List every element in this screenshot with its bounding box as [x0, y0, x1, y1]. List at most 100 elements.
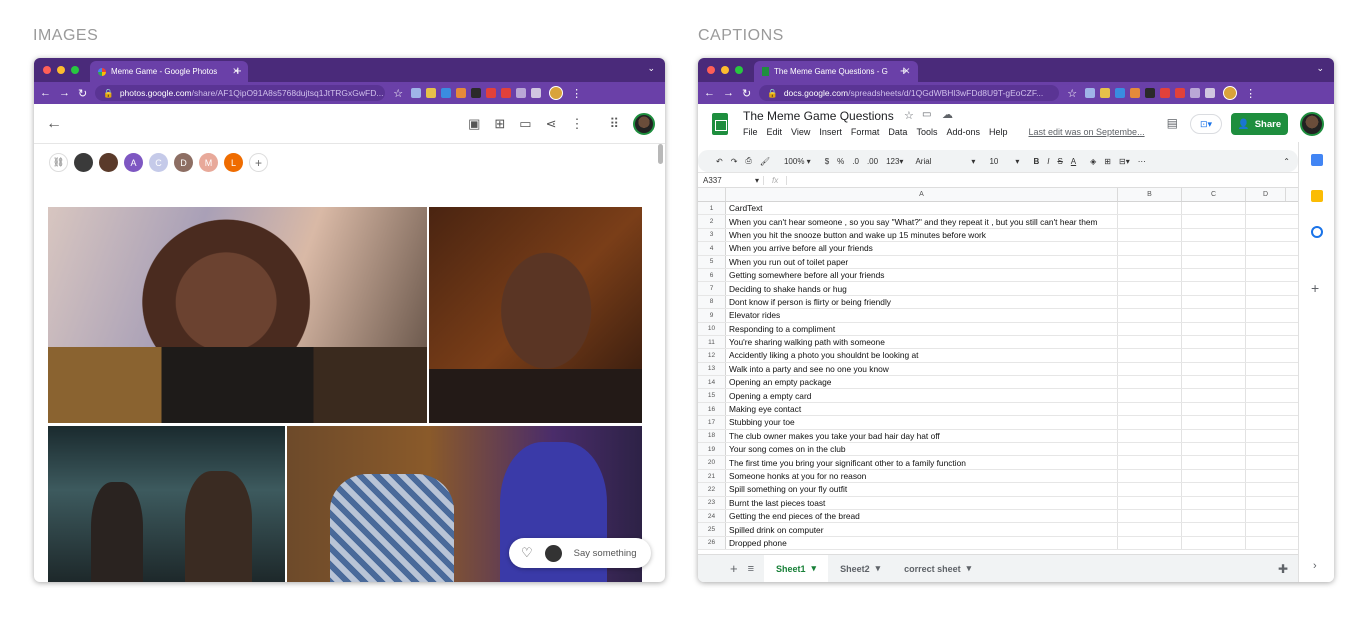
- cell-b[interactable]: [1118, 456, 1182, 469]
- add-person-icon[interactable]: +: [249, 153, 268, 172]
- maximize-window-button[interactable]: [71, 66, 79, 74]
- extension-icon[interactable]: [1190, 88, 1201, 98]
- cell-d[interactable]: [1246, 282, 1286, 294]
- name-box[interactable]: A337 ▾: [698, 175, 764, 185]
- comment-placeholder[interactable]: Say something: [574, 548, 637, 559]
- explore-icon[interactable]: ✚: [1278, 562, 1288, 576]
- cell-d[interactable]: [1246, 456, 1286, 468]
- row-number[interactable]: 26: [698, 536, 726, 550]
- cell-c[interactable]: [1182, 309, 1246, 322]
- new-tab-button[interactable]: +: [234, 63, 242, 78]
- extension-icon[interactable]: [471, 88, 482, 98]
- menu-format[interactable]: Format: [851, 127, 880, 137]
- row-number[interactable]: 18: [698, 429, 726, 443]
- row-number[interactable]: 8: [698, 295, 726, 309]
- cell-b[interactable]: [1118, 349, 1182, 362]
- cell-a[interactable]: Burnt the last pieces toast: [726, 496, 1118, 509]
- row-number[interactable]: 17: [698, 416, 726, 429]
- reload-icon[interactable]: ↻: [742, 87, 751, 100]
- row-number[interactable]: 7: [698, 282, 726, 295]
- extension-icon[interactable]: [426, 88, 437, 98]
- more-toolbar-icon[interactable]: ⋯: [1138, 157, 1146, 166]
- cell-b[interactable]: [1118, 483, 1182, 496]
- cell-c[interactable]: [1182, 349, 1246, 362]
- percent-format-button[interactable]: %: [837, 157, 844, 166]
- cell-a[interactable]: Getting somewhere before all your friend…: [726, 268, 1118, 282]
- menu-kebab-icon[interactable]: ⋮: [1245, 87, 1256, 100]
- cell-d[interactable]: [1246, 376, 1286, 388]
- cell-b[interactable]: [1118, 268, 1182, 282]
- person-avatar[interactable]: [74, 153, 93, 172]
- row-number[interactable]: 12: [698, 349, 726, 362]
- cell-d[interactable]: [1246, 497, 1286, 509]
- cell-d[interactable]: [1246, 336, 1286, 348]
- omnibox[interactable]: 🔒 docs.google.com/spreadsheets/d/1QGdWBH…: [759, 85, 1060, 101]
- collapse-toolbar-icon[interactable]: ⌃: [1283, 157, 1290, 166]
- cell-b[interactable]: [1118, 322, 1182, 335]
- expand-panel-icon[interactable]: ›: [1313, 560, 1317, 572]
- cell-a[interactable]: When you run out of toilet paper: [726, 255, 1118, 268]
- maximize-window-button[interactable]: [735, 66, 743, 74]
- merge-cells-icon[interactable]: ⊟▾: [1119, 157, 1130, 166]
- forward-icon[interactable]: →: [723, 87, 734, 99]
- sheets-logo-icon[interactable]: [712, 113, 728, 135]
- keep-icon[interactable]: [1311, 190, 1323, 202]
- select-all-corner[interactable]: [698, 188, 726, 201]
- cell-c[interactable]: [1182, 268, 1246, 282]
- cell-b[interactable]: [1118, 295, 1182, 309]
- cell-c[interactable]: [1182, 202, 1246, 215]
- menu-kebab-icon[interactable]: ⋮: [571, 87, 582, 100]
- row-number[interactable]: 19: [698, 443, 726, 456]
- extension-icon[interactable]: [1085, 88, 1096, 98]
- row-number[interactable]: 6: [698, 268, 726, 282]
- cell-c[interactable]: [1182, 536, 1246, 550]
- menu-help[interactable]: Help: [989, 127, 1008, 137]
- cell-a[interactable]: When you hit the snooze button and wake …: [726, 228, 1118, 242]
- extension-icon[interactable]: [1130, 88, 1141, 98]
- row-number[interactable]: 10: [698, 322, 726, 335]
- cell-a[interactable]: When you can't hear someone , so you say…: [726, 215, 1118, 228]
- extension-icon[interactable]: [1145, 88, 1156, 98]
- undo-icon[interactable]: ↶: [716, 157, 723, 166]
- cell-a[interactable]: Stubbing your toe: [726, 416, 1118, 429]
- back-icon[interactable]: ←: [40, 87, 51, 99]
- cell-c[interactable]: [1182, 443, 1246, 456]
- extension-icon[interactable]: [1175, 88, 1186, 98]
- cell-c[interactable]: [1182, 362, 1246, 376]
- bold-button[interactable]: B: [1033, 157, 1039, 166]
- photo-tile[interactable]: [429, 207, 642, 423]
- cell-c[interactable]: [1182, 429, 1246, 443]
- cell-c[interactable]: [1182, 402, 1246, 416]
- tasks-icon[interactable]: [1311, 226, 1323, 238]
- cell-c[interactable]: [1182, 282, 1246, 295]
- row-number[interactable]: 4: [698, 242, 726, 255]
- cell-d[interactable]: [1246, 309, 1286, 321]
- bookmark-star-icon[interactable]: ☆: [1067, 87, 1077, 100]
- cell-c[interactable]: [1182, 335, 1246, 349]
- font-select[interactable]: Arial ▾: [915, 157, 975, 166]
- row-number[interactable]: 2: [698, 215, 726, 228]
- close-window-button[interactable]: [707, 66, 715, 74]
- zoom-select[interactable]: 100% ▾: [784, 157, 811, 166]
- cell-b[interactable]: [1118, 536, 1182, 550]
- cell-c[interactable]: [1182, 295, 1246, 309]
- row-number[interactable]: 25: [698, 523, 726, 536]
- cell-d[interactable]: [1246, 389, 1286, 401]
- sheet-tab-correct-sheet[interactable]: correct sheet ▾: [892, 555, 983, 582]
- cell-a[interactable]: Accidently liking a photo you shouldnt b…: [726, 349, 1118, 362]
- photo-tile[interactable]: [48, 207, 427, 423]
- extension-icon[interactable]: [456, 88, 467, 98]
- scrollbar[interactable]: [658, 144, 663, 164]
- menu-edit[interactable]: Edit: [767, 127, 783, 137]
- cell-c[interactable]: [1182, 496, 1246, 509]
- extension-icon[interactable]: [411, 88, 422, 98]
- borders-icon[interactable]: ⊞: [1104, 157, 1111, 166]
- cell-c[interactable]: [1182, 242, 1246, 255]
- extension-icon[interactable]: [486, 88, 497, 98]
- extension-icon[interactable]: [531, 88, 542, 98]
- all-sheets-icon[interactable]: ≡: [746, 563, 764, 575]
- font-size-select[interactable]: 10 ▾: [989, 157, 1019, 166]
- cell-d[interactable]: [1246, 470, 1286, 482]
- cell-b[interactable]: [1118, 509, 1182, 523]
- cell-d[interactable]: [1246, 229, 1286, 241]
